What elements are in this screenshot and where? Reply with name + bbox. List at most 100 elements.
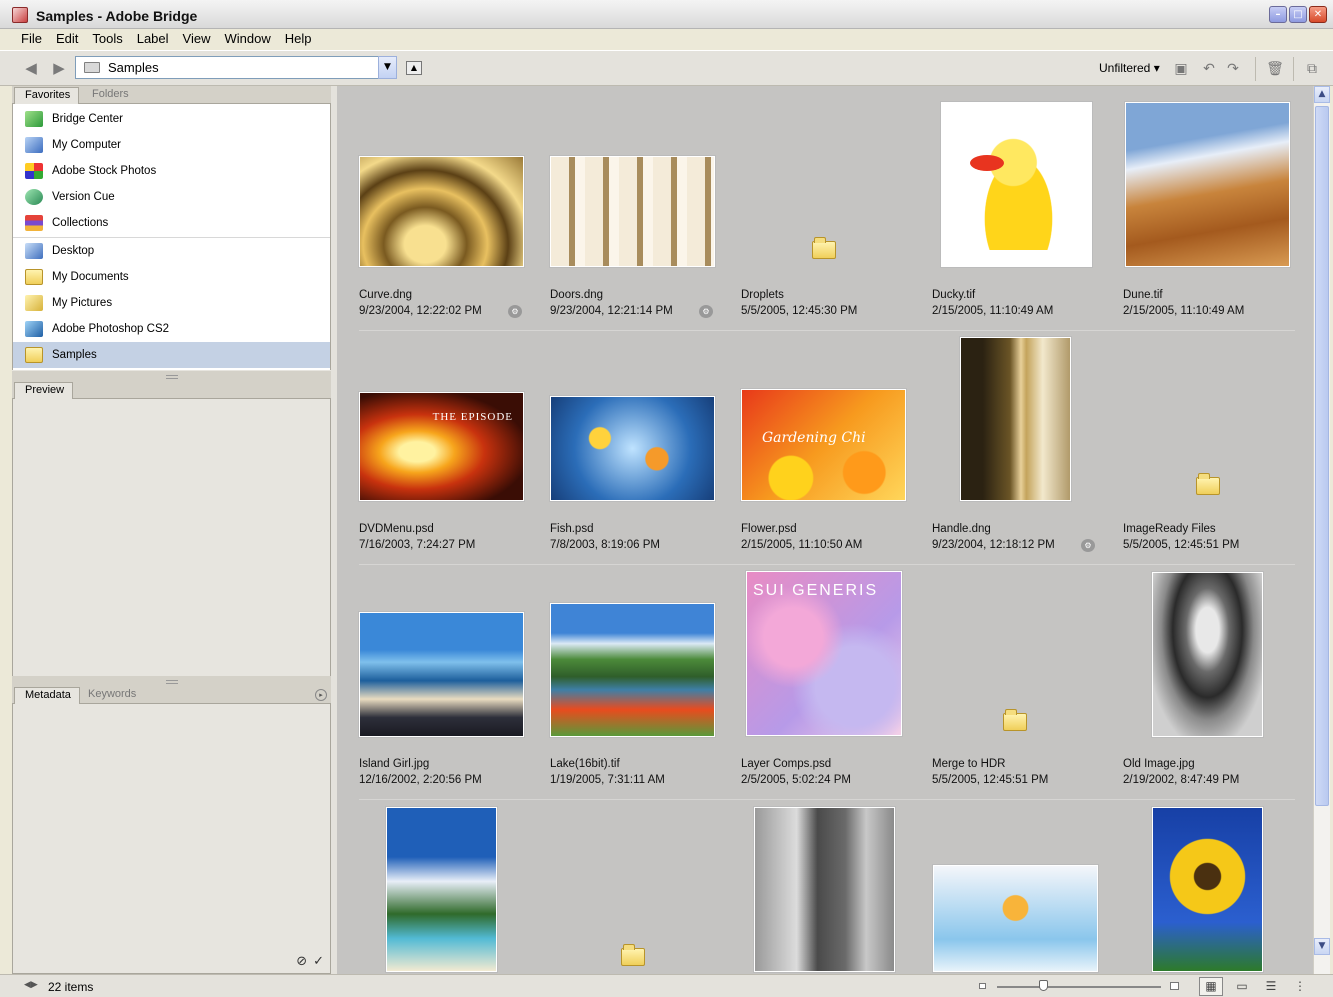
folder-item[interactable]: Droplets 5/5/2005, 12:45:30 PM bbox=[719, 86, 910, 320]
menu-edit[interactable]: Edit bbox=[49, 29, 85, 50]
thumbnail-item[interactable]: THE EPISODE DVDMenu.psd 7/16/2003, 7:24:… bbox=[337, 320, 528, 554]
favorite-label: Version Cue bbox=[52, 191, 115, 203]
folder-item[interactable]: ImageReady Files 5/5/2005, 12:45:51 PM bbox=[1101, 320, 1292, 554]
cancel-icon[interactable]: ⊘ bbox=[296, 954, 307, 969]
menu-label[interactable]: Label bbox=[130, 29, 176, 50]
path-dropdown[interactable]: Samples bbox=[75, 56, 397, 79]
scrollbar-thumb[interactable] bbox=[1315, 106, 1329, 806]
favorite-collections[interactable]: Collections bbox=[13, 210, 330, 236]
folder-item[interactable]: Merge to HDR 5/5/2005, 12:45:51 PM bbox=[910, 555, 1101, 789]
apply-icon[interactable]: ✓ bbox=[313, 954, 324, 969]
item-name: Flower.psd bbox=[741, 523, 797, 535]
thumbnail-image bbox=[1125, 102, 1290, 267]
item-name: Doors.dng bbox=[550, 289, 604, 301]
menu-file[interactable]: File bbox=[14, 29, 49, 50]
tab-keywords[interactable]: Keywords bbox=[78, 687, 144, 704]
thumbnail-item[interactable]: SUI GENERIS Layer Comps.psd 2/5/2005, 5:… bbox=[719, 555, 910, 789]
large-thumbnail-icon[interactable] bbox=[1170, 982, 1179, 990]
thumbnail-image bbox=[754, 807, 895, 972]
pictures-icon bbox=[25, 295, 43, 311]
rotate-left-icon[interactable]: ↶ bbox=[1200, 60, 1218, 78]
thumbnail-image bbox=[550, 156, 715, 267]
thumbnail-item[interactable]: Old Image.jpg 2/19/2002, 8:47:49 PM bbox=[1101, 555, 1292, 789]
item-date: 7/16/2003, 7:24:27 PM bbox=[359, 539, 476, 551]
panel-splitter[interactable] bbox=[12, 676, 331, 686]
thumbnail-item[interactable]: Island Girl.jpg 12/16/2002, 2:20:56 PM bbox=[337, 555, 528, 789]
favorite-adobe-stock-photos[interactable]: Adobe Stock Photos bbox=[13, 158, 330, 184]
forward-icon[interactable]: ▶ bbox=[50, 60, 68, 76]
scroll-up-icon[interactable]: ▲ bbox=[1314, 86, 1330, 103]
compact-mode-icon[interactable]: ⧉ bbox=[1303, 60, 1321, 78]
folder-item[interactable] bbox=[528, 790, 719, 974]
tab-metadata[interactable]: Metadata bbox=[14, 687, 80, 704]
thumbnail-item[interactable]: Lake(16bit).tif 1/19/2005, 7:31:11 AM bbox=[528, 555, 719, 789]
item-date: 2/5/2005, 5:02:24 PM bbox=[741, 774, 851, 786]
versions-view-icon[interactable]: ⋮ bbox=[1288, 977, 1312, 996]
rotate-right-icon[interactable]: ↷ bbox=[1224, 60, 1242, 78]
panel-menu-icon[interactable]: ▸ bbox=[315, 689, 327, 701]
item-name: Island Girl.jpg bbox=[359, 758, 430, 770]
thumbnail-size-slider[interactable] bbox=[997, 986, 1161, 988]
camera-raw-icon: ⚙ bbox=[508, 305, 522, 318]
minimize-button[interactable]: – bbox=[1269, 6, 1287, 23]
filmstrip-view-icon[interactable]: ▭ bbox=[1230, 977, 1254, 996]
toggle-panels-icon[interactable]: ◀▶ bbox=[24, 980, 38, 990]
thumbnail-image bbox=[359, 156, 524, 267]
item-date: 9/23/2004, 12:18:12 PM bbox=[932, 539, 1055, 551]
thumbnail-item[interactable] bbox=[910, 790, 1101, 974]
tab-folders[interactable]: Folders bbox=[82, 87, 137, 104]
details-view-icon[interactable]: ☰ bbox=[1259, 977, 1283, 996]
small-thumbnail-icon[interactable] bbox=[979, 983, 986, 989]
up-folder-icon[interactable]: ▲ bbox=[406, 61, 422, 75]
favorite-bridge-center[interactable]: Bridge Center bbox=[13, 106, 330, 132]
filter-dropdown[interactable]: Unfiltered ▾ bbox=[1099, 61, 1160, 75]
thumbnail-item[interactable] bbox=[719, 790, 910, 974]
favorite-label: My Pictures bbox=[52, 297, 113, 309]
new-folder-icon[interactable]: ▣ bbox=[1172, 60, 1190, 78]
thumbnail-image bbox=[386, 807, 497, 972]
favorite-my-computer[interactable]: My Computer bbox=[13, 132, 330, 158]
item-date: 5/5/2005, 12:45:51 PM bbox=[932, 774, 1049, 786]
favorite-my-documents[interactable]: My Documents bbox=[13, 264, 330, 290]
favorite-version-cue[interactable]: Version Cue bbox=[13, 184, 330, 210]
dropdown-icon[interactable]: ▼ bbox=[378, 56, 397, 79]
thumbnail-item[interactable] bbox=[1101, 790, 1292, 974]
favorite-desktop[interactable]: Desktop bbox=[13, 238, 330, 264]
menu-view[interactable]: View bbox=[176, 29, 218, 50]
path-text: Samples bbox=[108, 60, 159, 75]
item-date: 9/23/2004, 12:21:14 PM bbox=[550, 305, 673, 317]
scroll-down-icon[interactable]: ▼ bbox=[1314, 938, 1330, 955]
thumbnail-item[interactable]: Curve.dng 9/23/2004, 12:22:02 PM ⚙ bbox=[337, 86, 528, 320]
close-button[interactable]: ✕ bbox=[1309, 6, 1327, 23]
back-icon[interactable]: ◀ bbox=[22, 60, 40, 76]
menu-help[interactable]: Help bbox=[278, 29, 319, 50]
thumbnail-item[interactable]: Ducky.tif 2/15/2005, 11:10:49 AM bbox=[910, 86, 1101, 320]
trash-icon[interactable]: 🗑 bbox=[1266, 60, 1284, 78]
thumbnail-item[interactable]: Dune.tif 2/15/2005, 11:10:49 AM bbox=[1101, 86, 1292, 320]
thumbnail-item[interactable] bbox=[337, 790, 528, 974]
thumbnail-item[interactable]: Gardening Chi Flower.psd 2/15/2005, 11:1… bbox=[719, 320, 910, 554]
item-name: Droplets bbox=[741, 289, 784, 301]
thumbnail-image bbox=[1152, 572, 1263, 737]
preview-panel bbox=[12, 399, 331, 681]
thumbnail-item[interactable]: Handle.dng 9/23/2004, 12:18:12 PM ⚙ bbox=[910, 320, 1101, 554]
panel-splitter[interactable] bbox=[12, 371, 331, 381]
tab-favorites[interactable]: Favorites bbox=[14, 87, 80, 104]
title-bar: Samples - Adobe Bridge – □ ✕ bbox=[0, 0, 1333, 29]
collections-icon bbox=[25, 215, 43, 231]
favorite-samples[interactable]: Samples bbox=[13, 342, 330, 368]
thumbnail-item[interactable]: Fish.psd 7/8/2003, 8:19:06 PM bbox=[528, 320, 719, 554]
thumbnail-item[interactable]: Doors.dng 9/23/2004, 12:21:14 PM ⚙ bbox=[528, 86, 719, 320]
favorite-adobe-photoshop-cs2[interactable]: Adobe Photoshop CS2 bbox=[13, 316, 330, 342]
favorite-my-pictures[interactable]: My Pictures bbox=[13, 290, 330, 316]
slider-handle[interactable] bbox=[1039, 980, 1048, 991]
tab-preview[interactable]: Preview bbox=[14, 382, 74, 399]
thumbnail-image bbox=[550, 396, 715, 501]
vertical-scrollbar[interactable]: ▲ ▼ bbox=[1313, 86, 1330, 974]
maximize-button[interactable]: □ bbox=[1289, 6, 1307, 23]
menu-tools[interactable]: Tools bbox=[85, 29, 129, 50]
menu-window[interactable]: Window bbox=[217, 29, 277, 50]
thumbnails-view-icon[interactable]: ▦ bbox=[1199, 977, 1223, 996]
thumbnail-caption: THE EPISODE bbox=[432, 411, 513, 423]
item-date: 7/8/2003, 8:19:06 PM bbox=[550, 539, 660, 551]
